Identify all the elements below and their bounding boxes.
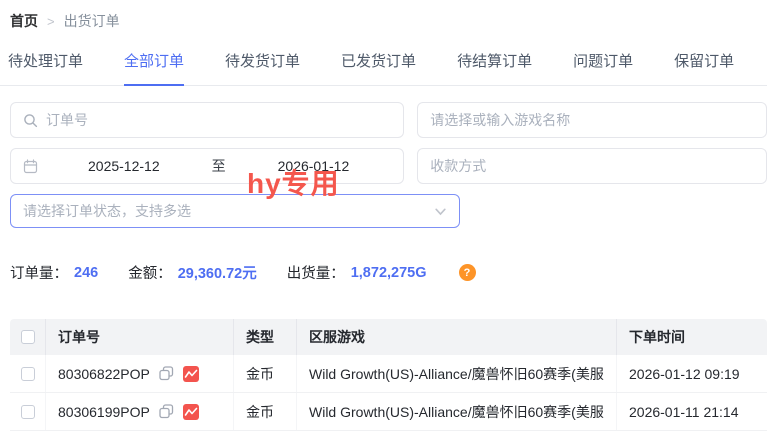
filter-form: 2025-12-12 至 2026-01-12 请选择订单状态，支持多选	[0, 86, 767, 228]
row-check-cell	[10, 355, 46, 392]
order-tabs: 待处理订单 全部订单 待发货订单 已发货订单 待结算订单 问题订单 保留订单	[0, 50, 767, 86]
tab-shipped-orders[interactable]: 已发货订单	[341, 50, 416, 85]
orders-table: 订单号 类型 区服游戏 下单时间 80306822POP 金币 Wild Gro…	[10, 319, 767, 431]
stat-amount-label: 金额：	[128, 262, 172, 283]
date-end-value[interactable]: 2026-01-12	[236, 158, 392, 174]
stat-order-count-value: 246	[74, 265, 98, 281]
payment-method-box	[417, 148, 767, 184]
stat-shipment: 出货量： 1,872,275G	[287, 262, 427, 283]
stat-order-count-label: 订单量：	[10, 262, 68, 283]
tab-problem-orders[interactable]: 问题订单	[573, 50, 633, 85]
tab-all-orders[interactable]: 全部订单	[124, 50, 184, 86]
screenshot-image-icon[interactable]	[183, 366, 199, 382]
breadcrumb-home[interactable]: 首页	[10, 11, 38, 31]
header-order-time: 下单时间	[617, 319, 767, 355]
stat-amount-value: 29,360.72元	[178, 262, 257, 283]
game-cell: Wild Growth(US)-Alliance/魔兽怀旧60赛季(美服	[297, 393, 617, 430]
type-cell: 金币	[234, 355, 297, 392]
table-row: 80306822POP 金币 Wild Growth(US)-Alliance/…	[10, 355, 767, 393]
type-cell: 金币	[234, 393, 297, 430]
game-name-box	[417, 102, 767, 138]
row-checkbox[interactable]	[21, 405, 35, 419]
date-range-picker[interactable]: 2025-12-12 至 2026-01-12	[10, 148, 404, 184]
order-no-cell: 80306199POP	[46, 393, 234, 430]
date-start-value[interactable]: 2025-12-12	[46, 158, 202, 174]
calendar-icon	[23, 159, 38, 174]
order-no-text: 80306199POP	[58, 404, 150, 420]
order-status-select[interactable]: 请选择订单状态，支持多选	[10, 194, 460, 228]
summary-stats: 订单量： 246 金额： 29,360.72元 出货量： 1,872,275G …	[0, 262, 767, 283]
stat-order-count: 订单量： 246	[10, 262, 98, 283]
game-name-input[interactable]	[430, 112, 754, 128]
tab-to-ship-orders[interactable]: 待发货订单	[225, 50, 300, 85]
order-time-cell: 2026-01-12 09:19	[617, 355, 767, 392]
select-all-checkbox[interactable]	[21, 330, 35, 344]
help-question-icon[interactable]: ?	[459, 264, 476, 281]
row-checkbox[interactable]	[21, 367, 35, 381]
breadcrumb-current: 出货订单	[64, 11, 120, 31]
search-icon	[23, 113, 38, 128]
stat-shipment-value: 1,872,275G	[351, 265, 427, 281]
screenshot-image-icon[interactable]	[183, 404, 199, 420]
row-check-cell	[10, 393, 46, 430]
order-no-cell: 80306822POP	[46, 355, 234, 392]
game-cell: Wild Growth(US)-Alliance/魔兽怀旧60赛季(美服	[297, 355, 617, 392]
order-no-search-box	[10, 102, 404, 138]
header-order-no: 订单号	[46, 319, 234, 355]
stat-shipment-label: 出货量：	[287, 262, 345, 283]
tab-pending-orders[interactable]: 待处理订单	[8, 50, 83, 85]
stat-amount: 金额： 29,360.72元	[128, 262, 257, 283]
select-all-cell	[10, 319, 46, 355]
copy-icon[interactable]	[159, 404, 174, 419]
date-range-separator: 至	[210, 156, 228, 176]
breadcrumb-separator: >	[47, 14, 55, 29]
header-game: 区服游戏	[297, 319, 617, 355]
table-header-row: 订单号 类型 区服游戏 下单时间	[10, 319, 767, 355]
order-no-text: 80306822POP	[58, 366, 150, 382]
copy-icon[interactable]	[159, 366, 174, 381]
breadcrumb: 首页 > 出货订单	[0, 0, 767, 31]
order-time-cell: 2026-01-11 21:14	[617, 393, 767, 430]
table-row: 80306199POP 金币 Wild Growth(US)-Alliance/…	[10, 393, 767, 431]
order-no-input[interactable]	[46, 112, 391, 128]
chevron-down-icon	[434, 205, 447, 218]
order-status-placeholder: 请选择订单状态，支持多选	[23, 201, 191, 221]
payment-method-input[interactable]	[430, 158, 754, 174]
tab-held-orders[interactable]: 保留订单	[674, 50, 734, 85]
tab-to-settle-orders[interactable]: 待结算订单	[457, 50, 532, 85]
header-type: 类型	[234, 319, 297, 355]
